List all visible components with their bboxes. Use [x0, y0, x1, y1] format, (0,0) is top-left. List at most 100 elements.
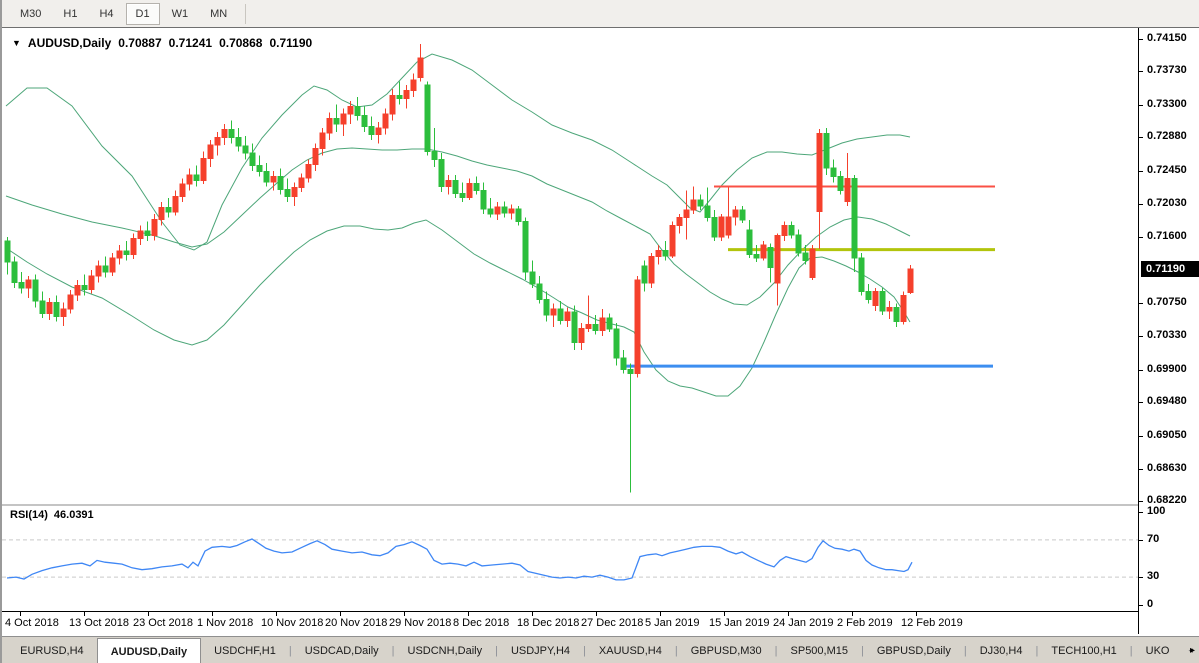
- candle-body: [838, 176, 843, 190]
- price-tick: [1139, 501, 1143, 502]
- price-axis-label: 0.73300: [1147, 98, 1187, 110]
- candle-body: [614, 329, 619, 358]
- candle-body: [5, 241, 10, 262]
- tab-sp500-m15[interactable]: SP500,M15: [778, 637, 861, 663]
- candle-body: [439, 159, 444, 186]
- candle-body: [320, 133, 325, 149]
- date-tick: [404, 612, 405, 616]
- candle-body: [418, 58, 423, 77]
- tab-dj30-h4[interactable]: DJ30,H4: [967, 637, 1036, 663]
- timeframe-button-M30[interactable]: M30: [10, 3, 51, 25]
- candle-body: [313, 148, 318, 164]
- tab-usdcad-daily[interactable]: USDCAD,Daily: [292, 637, 392, 663]
- tab-scroll-right-icon[interactable]: ▸: [1190, 637, 1195, 663]
- timeframe-button-D1[interactable]: D1: [126, 3, 160, 25]
- price-axis-label: 0.68630: [1147, 462, 1187, 474]
- candle-body: [852, 179, 857, 258]
- date-axis-label: 24 Jan 2019: [773, 617, 834, 629]
- rsi-indicator-pane[interactable]: [2, 506, 1138, 611]
- candle-body: [551, 309, 556, 315]
- timeframe-button-H4[interactable]: H4: [89, 3, 123, 25]
- timeframe-button-H1[interactable]: H1: [53, 3, 87, 25]
- candle-body: [495, 207, 500, 214]
- tab-usdjpy-h4[interactable]: USDJPY,H4: [498, 637, 583, 663]
- candle-body: [194, 175, 199, 180]
- candle-body: [516, 209, 521, 221]
- candle-body: [453, 180, 458, 193]
- date-tick: [788, 612, 789, 616]
- current-price-badge: 0.71190: [1141, 261, 1199, 277]
- candle-body: [404, 91, 409, 99]
- candle-body: [607, 318, 612, 329]
- candle-body: [33, 280, 38, 301]
- rsi-scale-tick: [1139, 577, 1143, 578]
- price-axis-label: 0.69900: [1147, 363, 1187, 375]
- date-axis-label: 18 Dec 2018: [517, 617, 579, 629]
- rsi-line: [7, 539, 912, 580]
- timeframe-button-W1[interactable]: W1: [162, 3, 199, 25]
- date-axis-label: 2 Feb 2019: [837, 617, 893, 629]
- rsi-scale-tick: [1139, 540, 1143, 541]
- price-axis[interactable]: 0.741500.737300.733000.728800.724500.720…: [1138, 28, 1199, 634]
- tab-tech100-h1[interactable]: TECH100,H1: [1038, 637, 1129, 663]
- candle-body: [208, 145, 213, 158]
- date-axis-label: 29 Nov 2018: [389, 617, 451, 629]
- candle-body: [572, 312, 577, 342]
- price-chart[interactable]: [2, 28, 1138, 504]
- candle-body: [586, 324, 591, 328]
- tab-audusd-daily[interactable]: AUDUSD,Daily: [97, 638, 201, 663]
- candle-body: [600, 318, 605, 330]
- tab-gbpusd-m30[interactable]: GBPUSD,M30: [678, 637, 775, 663]
- price-tick: [1139, 370, 1143, 371]
- candle-body: [75, 285, 80, 294]
- candle-body: [397, 95, 402, 98]
- candle-body: [474, 183, 479, 190]
- candle-body: [334, 119, 339, 124]
- candle-body: [362, 116, 367, 127]
- bollinger-lower-band: [6, 220, 910, 396]
- candle-body: [68, 295, 73, 309]
- candle-body: [635, 280, 640, 373]
- candle-body: [96, 266, 101, 276]
- candle-body: [824, 134, 829, 168]
- tab-gbpusd-daily[interactable]: GBPUSD,Daily: [864, 637, 964, 663]
- chevron-down-icon[interactable]: ▼: [12, 38, 21, 48]
- chart-low-value: 0.70868: [219, 36, 262, 50]
- candle-body: [677, 218, 682, 226]
- date-tick: [340, 612, 341, 616]
- candle-body: [222, 130, 227, 138]
- tab-eurusd-h4[interactable]: EURUSD,H4: [7, 637, 97, 663]
- candle-body: [460, 194, 465, 198]
- candle-body: [187, 175, 192, 184]
- candle-body: [866, 292, 871, 300]
- tab-usdcnh-daily[interactable]: USDCNH,Daily: [395, 637, 496, 663]
- candle-body: [201, 158, 206, 180]
- candle-body: [810, 249, 815, 278]
- candle-body: [803, 253, 808, 261]
- price-tick: [1139, 171, 1143, 172]
- price-tick: [1139, 303, 1143, 304]
- date-tick: [276, 612, 277, 616]
- candle-body: [250, 153, 255, 165]
- date-axis-label: 15 Jan 2019: [709, 617, 770, 629]
- tab-xauusd-h4[interactable]: XAUUSD,H4: [586, 637, 675, 663]
- chart-symbol-label: AUDUSD,Daily: [28, 36, 111, 50]
- candle-body: [593, 324, 598, 330]
- candle-body: [103, 266, 108, 272]
- date-axis-label: 13 Oct 2018: [69, 617, 129, 629]
- price-tick: [1139, 204, 1143, 205]
- rsi-value: 46.0391: [54, 509, 94, 521]
- rsi-scale-tick: [1139, 605, 1143, 606]
- date-tick: [916, 612, 917, 616]
- date-axis-label: 8 Dec 2018: [453, 617, 509, 629]
- candle-body: [446, 180, 451, 186]
- tab-usdchf-h1[interactable]: USDCHF,H1: [201, 637, 289, 663]
- candle-body: [726, 217, 731, 235]
- candle-body: [257, 165, 262, 171]
- candle-body: [530, 272, 535, 284]
- chart-title: ▼ AUDUSD,Daily 0.70887 0.71241 0.70868 0…: [12, 36, 312, 50]
- timeframe-button-MN[interactable]: MN: [200, 3, 237, 25]
- tab-uko[interactable]: UKO: [1133, 637, 1183, 663]
- candle-body: [467, 183, 472, 197]
- date-axis[interactable]: 4 Oct 201813 Oct 201823 Oct 20181 Nov 20…: [2, 611, 1138, 636]
